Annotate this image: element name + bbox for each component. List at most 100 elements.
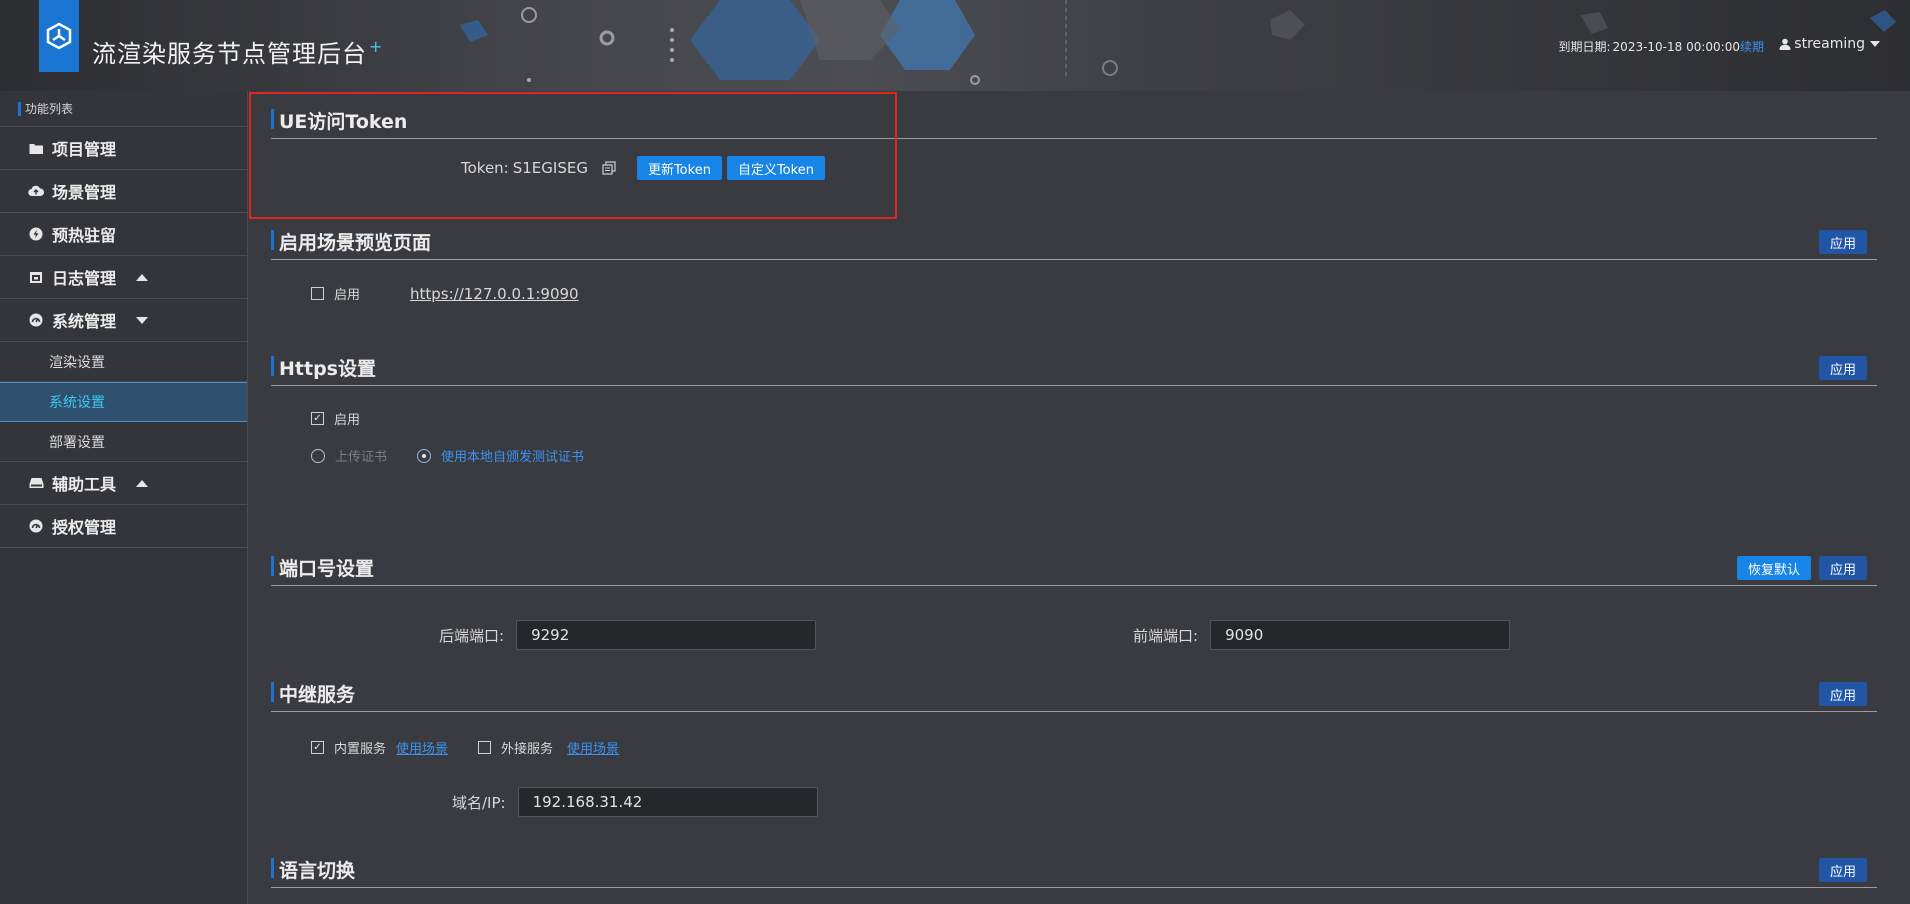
radio-dot <box>422 453 427 458</box>
sidebar-subitem-render[interactable]: 渲染设置 <box>0 342 247 382</box>
section-relay: 中继服务 应用 ✓ 内置服务 使用场景 外接服务 使用场景 域名/IP: <box>271 676 1877 817</box>
renew-link[interactable]: 续期 <box>1740 38 1764 55</box>
sidebar-item-preheat[interactable]: 预热驻留 <box>0 213 247 256</box>
backend-port-input[interactable] <box>516 620 817 650</box>
external-service-label: 外接服务 <box>501 742 554 757</box>
sidebar-subitem-deploy[interactable]: 部署设置 <box>0 422 247 462</box>
preview-enable-checkbox[interactable] <box>311 287 324 300</box>
cloud-upload-icon <box>28 183 44 199</box>
calendar-icon <box>28 269 44 285</box>
sidebar-item-license[interactable]: 授权管理 <box>0 505 247 548</box>
builtin-service-checkbox[interactable]: ✓ <box>311 741 324 754</box>
section-title: 中继服务 <box>271 680 355 707</box>
external-usage-link[interactable]: 使用场景 <box>567 738 619 757</box>
app-title-text: 流渲染服务节点管理后台 <box>92 40 367 68</box>
apply-button[interactable]: 应用 <box>1818 230 1867 254</box>
relay-options-row: ✓ 内置服务 使用场景 外接服务 使用场景 <box>311 738 619 757</box>
dashboard-icon <box>28 312 44 328</box>
https-cert-row: 上传证书 使用本地自颁发测试证书 <box>311 446 584 465</box>
sidebar-item-label: 授权管理 <box>52 518 117 537</box>
section-title: Https设置 <box>271 354 376 381</box>
builtin-usage-link[interactable]: 使用场景 <box>396 738 448 757</box>
section-header: 启用场景预览页面 应用 <box>271 224 1877 260</box>
title-plus-mark: + <box>369 37 384 56</box>
frontend-port-label: 前端端口: <box>1133 626 1199 645</box>
frontend-port-input[interactable] <box>1210 620 1511 650</box>
preview-enable-row: 启用 https://127.0.0.1:9090 <box>311 284 579 303</box>
sidebar-item-projects[interactable]: 项目管理 <box>0 127 247 170</box>
expire-date: 到期日期: 2023-10-18 00:00:00 <box>1559 38 1741 55</box>
sidebar-item-label: 日志管理 <box>52 269 117 288</box>
section-actions: 应用 <box>1818 356 1867 380</box>
chevron-down-icon <box>136 316 149 324</box>
highlight-box <box>249 92 897 219</box>
chevron-up-icon <box>136 479 149 487</box>
https-enable-label: 启用 <box>334 413 361 428</box>
section-language: 语言切换 应用 <box>271 852 1877 902</box>
dashboard-icon <box>28 518 44 534</box>
external-service-checkbox[interactable] <box>478 741 492 754</box>
section-actions: 应用 <box>1818 682 1867 706</box>
upload-cert-label: 上传证书 <box>335 450 388 465</box>
section-https: Https设置 应用 ✓ 启用 上传证书 使用本地自颁发测试证书 <box>271 350 1877 490</box>
apply-button[interactable]: 应用 <box>1818 682 1867 706</box>
preview-enable-label: 启用 <box>334 288 361 303</box>
https-enable-row: ✓ 启用 <box>311 409 360 428</box>
section-ports: 端口号设置 恢复默认 应用 后端端口: 前端端口: <box>271 550 1877 650</box>
chevron-down-icon <box>1870 41 1880 47</box>
sidebar: 功能列表 项目管理 场景管理 预热驻留 日志管理 系统管理 渲染设置 系统设置 … <box>0 91 248 904</box>
backend-port-label: 后端端口: <box>439 626 505 645</box>
apply-button[interactable]: 应用 <box>1818 556 1867 580</box>
user-menu[interactable]: streaming <box>1779 36 1880 52</box>
folder-icon <box>28 140 44 156</box>
section-header: 端口号设置 恢复默认 应用 <box>271 550 1877 586</box>
logo-icon <box>46 22 72 50</box>
https-enable-checkbox[interactable]: ✓ <box>311 412 324 425</box>
sidebar-item-system[interactable]: 系统管理 <box>0 299 247 342</box>
section-title: 启用场景预览页面 <box>271 228 431 255</box>
builtin-service-label: 内置服务 <box>334 742 387 757</box>
restore-default-button[interactable]: 恢复默认 <box>1736 556 1811 580</box>
app-logo <box>39 0 79 72</box>
domain-row: 域名/IP: <box>452 787 818 817</box>
sidebar-heading-text: 功能列表 <box>25 102 74 116</box>
sidebar-item-label: 系统管理 <box>52 312 117 331</box>
section-header: 语言切换 应用 <box>271 852 1877 888</box>
section-header: Https设置 应用 <box>271 350 1877 386</box>
sidebar-item-label: 项目管理 <box>52 140 117 159</box>
sidebar-subitem-system-settings[interactable]: 系统设置 <box>0 382 247 422</box>
apply-button[interactable]: 应用 <box>1818 356 1867 380</box>
bolt-icon <box>28 226 44 242</box>
sidebar-item-logs[interactable]: 日志管理 <box>0 256 247 299</box>
sidebar-item-tools[interactable]: 辅助工具 <box>0 462 247 505</box>
upload-cert-radio[interactable] <box>311 448 325 463</box>
local-cert-label: 使用本地自颁发测试证书 <box>441 450 585 465</box>
user-icon <box>1779 38 1791 50</box>
section-preview-page: 启用场景预览页面 应用 启用 https://127.0.0.1:9090 <box>271 224 1877 324</box>
frontend-port-row: 前端端口: <box>1133 620 1511 650</box>
preview-url-link[interactable]: https://127.0.0.1:9090 <box>410 285 579 303</box>
sidebar-item-label: 预热驻留 <box>52 226 117 245</box>
expire-label: 到期日期: <box>1558 40 1611 54</box>
section-title: 端口号设置 <box>271 554 374 581</box>
chevron-up-icon <box>136 273 149 281</box>
sidebar-item-label: 场景管理 <box>52 183 117 202</box>
local-cert-radio[interactable] <box>417 448 432 463</box>
drive-icon <box>28 475 44 491</box>
domain-label: 域名/IP: <box>452 793 506 812</box>
sidebar-item-label: 辅助工具 <box>52 475 117 494</box>
section-actions: 恢复默认 应用 <box>1736 556 1867 580</box>
section-actions: 应用 <box>1818 858 1867 882</box>
sidebar-item-scenes[interactable]: 场景管理 <box>0 170 247 213</box>
user-name: streaming <box>1794 36 1865 52</box>
sidebar-heading: 功能列表 <box>0 91 247 127</box>
top-header: 流渲染服务节点管理后台 + 到期日期: 2023-10-18 00:00:00 续期… <box>0 0 1910 91</box>
expire-value: 2023-10-18 00:00:00 <box>1612 40 1740 54</box>
section-title: 语言切换 <box>271 856 355 883</box>
domain-input[interactable] <box>517 787 818 817</box>
section-actions: 应用 <box>1818 230 1867 254</box>
backend-port-row: 后端端口: <box>439 620 817 650</box>
app-title: 流渲染服务节点管理后台 + <box>92 34 383 69</box>
apply-button[interactable]: 应用 <box>1818 858 1867 882</box>
section-header: 中继服务 应用 <box>271 676 1877 712</box>
